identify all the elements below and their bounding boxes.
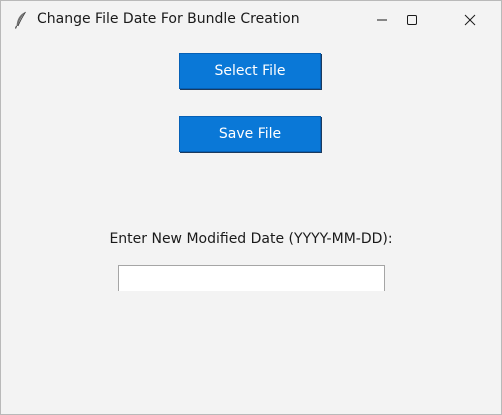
save-file-label: Save File — [218, 126, 282, 142]
maximize-icon — [407, 15, 417, 25]
window-title: Change File Date For Bundle Creation — [37, 11, 300, 27]
window-content: Select File Save File Enter New Modified… — [1, 39, 501, 414]
save-file-button[interactable]: Save File — [179, 116, 321, 152]
select-file-label: Select File — [214, 63, 286, 79]
maximize-button[interactable] — [389, 1, 435, 39]
app-window: Change File Date For Bundle Creation Sel… — [0, 0, 502, 415]
select-file-button[interactable]: Select File — [179, 53, 321, 89]
close-button[interactable] — [447, 1, 493, 39]
feather-icon — [13, 11, 29, 29]
minimize-icon — [377, 19, 387, 21]
modified-date-input[interactable] — [118, 265, 385, 291]
date-field-label: Enter New Modified Date (YYYY-MM-DD): — [109, 231, 393, 247]
close-icon — [464, 14, 476, 26]
title-bar[interactable]: Change File Date For Bundle Creation — [1, 1, 501, 39]
